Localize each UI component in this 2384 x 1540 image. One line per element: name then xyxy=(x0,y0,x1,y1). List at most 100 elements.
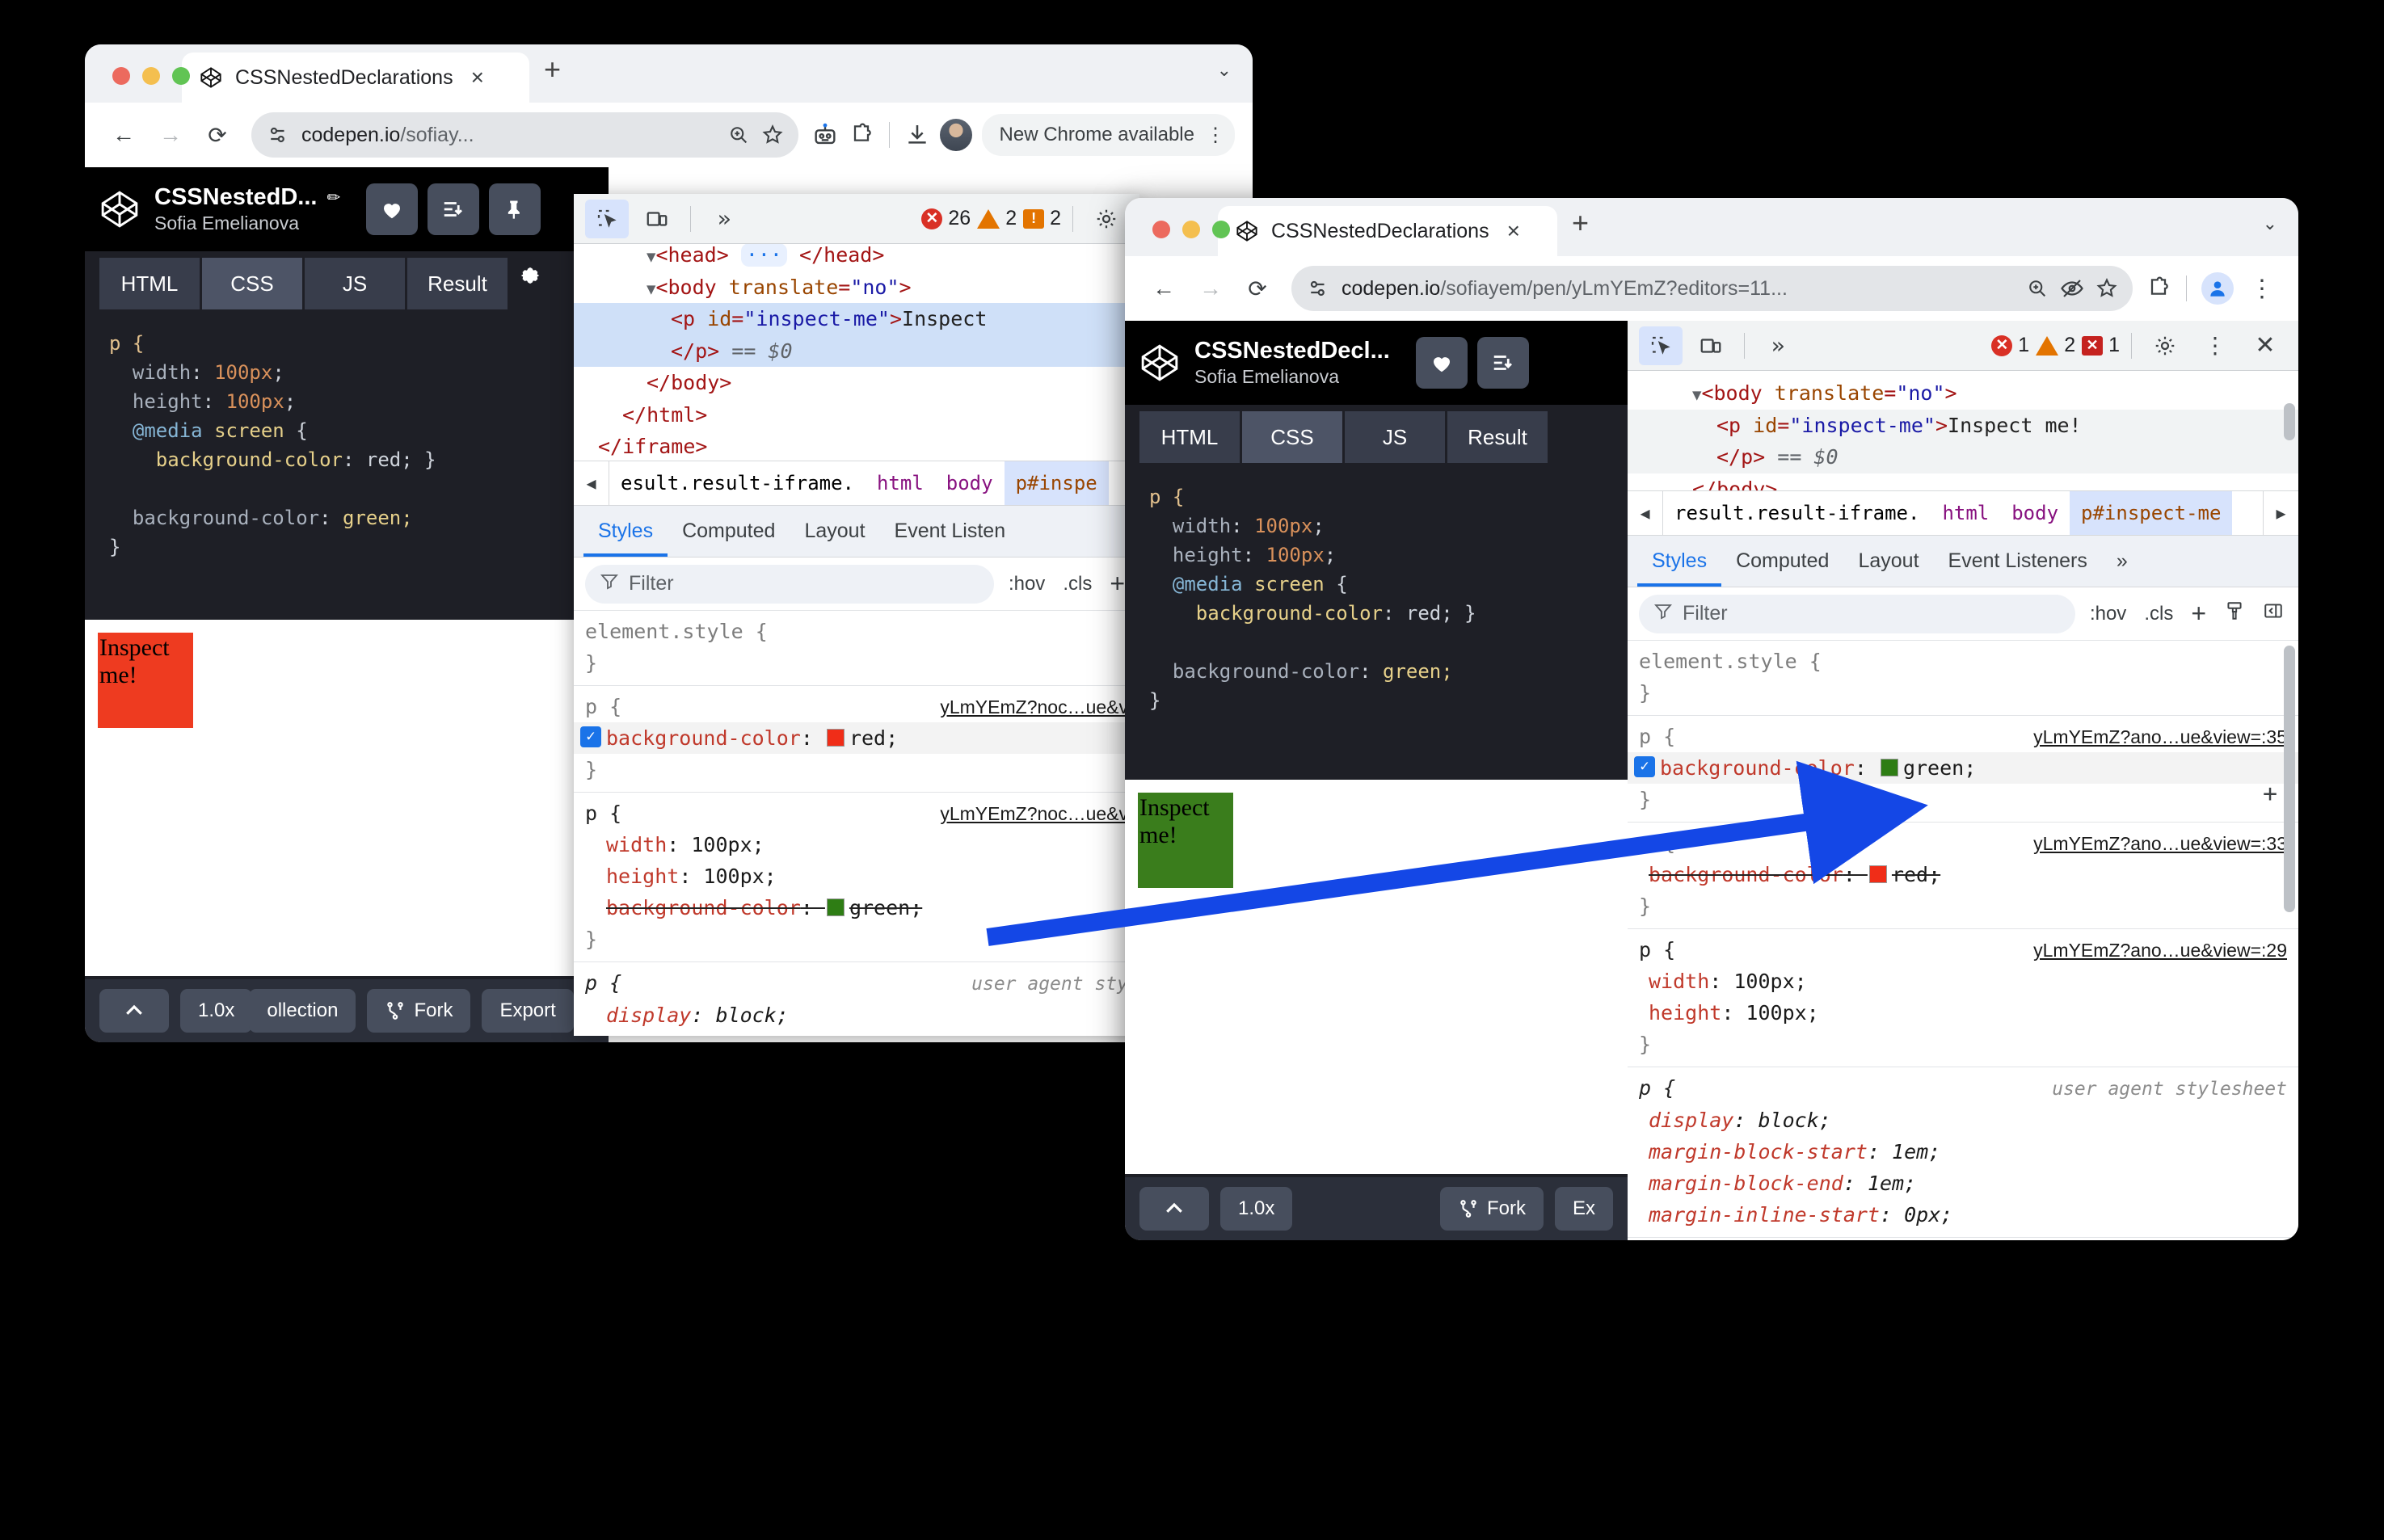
declaration-overridden[interactable]: background-color: green; xyxy=(574,892,1139,924)
dom-node-selected[interactable]: <p id="inspect-me">Inspect xyxy=(574,303,1139,335)
more-tabs-icon[interactable]: » xyxy=(702,200,746,238)
tab-event-listeners[interactable]: Event Listeners xyxy=(1934,536,2102,587)
warning-count[interactable]: 2 xyxy=(977,207,1017,230)
device-toolbar-icon[interactable] xyxy=(635,200,679,238)
site-info-icon[interactable] xyxy=(1306,276,1330,301)
incognito-eye-icon[interactable] xyxy=(2060,276,2084,301)
declaration-checkbox[interactable]: ✓ xyxy=(580,726,601,747)
export-button[interactable]: Export xyxy=(482,989,574,1033)
breadcrumb-html[interactable]: html xyxy=(866,461,935,505)
declaration-property[interactable]: height xyxy=(1649,1001,1721,1025)
gear-icon[interactable] xyxy=(1085,200,1128,238)
declaration-value[interactable]: 1em; xyxy=(1892,1140,1940,1163)
robot-icon[interactable] xyxy=(811,121,839,149)
gear-icon[interactable] xyxy=(2143,326,2187,365)
declaration-value[interactable]: green; xyxy=(1903,756,1976,780)
rule-selector[interactable]: p { xyxy=(1639,721,1675,752)
back-dom-tree[interactable]: ▼<head> ··· </head> ▼<body translate="no… xyxy=(574,244,1139,461)
avatar[interactable] xyxy=(939,119,972,151)
filter-input[interactable]: Filter xyxy=(1639,594,2075,633)
gear-icon[interactable] xyxy=(518,263,542,298)
declaration[interactable]: width: 100px; xyxy=(574,829,1139,860)
kebab-menu-icon[interactable]: ⋮ xyxy=(2243,275,2281,303)
tab-result[interactable]: Result xyxy=(407,258,508,309)
fork-button[interactable]: Fork xyxy=(1439,1187,1544,1231)
declaration-property[interactable]: width xyxy=(606,833,667,856)
bookmark-star-icon[interactable] xyxy=(2095,277,2118,300)
breadcrumb-iframe[interactable]: esult.result-iframe. xyxy=(609,461,866,505)
zoom-icon[interactable] xyxy=(2026,277,2049,300)
profile-icon[interactable] xyxy=(2201,272,2234,305)
pin-icon[interactable] xyxy=(489,183,541,235)
extensions-icon[interactable] xyxy=(2146,276,2171,301)
color-swatch[interactable] xyxy=(1868,865,1887,883)
tab-event-listeners[interactable]: Event Listen xyxy=(880,506,1021,557)
declaration-property[interactable]: background-color xyxy=(1660,756,1855,780)
dom-node-selected[interactable]: <p id="inspect-me">Inspect me! xyxy=(1628,409,2298,441)
breadcrumb-p-inspect-me[interactable]: p#inspe xyxy=(1004,461,1109,505)
reload-button[interactable]: ⟳ xyxy=(1236,267,1278,309)
declaration-value[interactable]: green; xyxy=(849,896,922,919)
breadcrumb-html[interactable]: html xyxy=(1931,491,2000,535)
color-swatch[interactable] xyxy=(826,729,845,747)
device-toolbar-icon[interactable] xyxy=(1689,326,1733,365)
inspect-icon[interactable] xyxy=(1639,326,1683,365)
declaration[interactable]: height: 100px; xyxy=(574,860,1139,892)
declaration-property[interactable]: background-color xyxy=(606,896,801,919)
rule-selector[interactable]: element.style { xyxy=(1639,646,1822,677)
close-icon[interactable]: × xyxy=(1502,220,1525,242)
declaration-value[interactable]: 0px; xyxy=(1904,1203,1952,1227)
declaration-value[interactable]: 100px; xyxy=(691,833,764,856)
new-tab-button[interactable]: + xyxy=(529,55,572,92)
fork-button[interactable]: Fork xyxy=(367,989,471,1033)
rule-source-link[interactable]: yLmYEmZ?ano…ue&view=:33 xyxy=(2033,830,2287,859)
dom-node[interactable]: ▼<body translate="no"> xyxy=(574,271,1139,304)
hov-button[interactable]: :hov xyxy=(1005,573,1048,595)
color-swatch[interactable] xyxy=(826,898,845,916)
forward-button[interactable]: → xyxy=(1190,267,1232,309)
declaration-value[interactable]: red; xyxy=(849,726,898,750)
declaration[interactable]: display: block; xyxy=(1628,1105,2298,1136)
rule-selector[interactable]: element.style { xyxy=(585,616,768,647)
rule-selector[interactable]: p { xyxy=(1639,934,1675,966)
rule-selector[interactable]: p { xyxy=(585,691,621,722)
filter-input[interactable]: Filter xyxy=(585,564,994,604)
breadcrumb-iframe[interactable]: result.result-iframe. xyxy=(1663,491,1931,535)
more-panels-icon[interactable]: » xyxy=(2102,536,2142,587)
rule-source-link[interactable]: yLmYEmZ?noc…ue&v xyxy=(940,693,1128,722)
chrome-update-pill[interactable]: New Chrome available ⋮ xyxy=(981,114,1235,156)
heart-icon[interactable] xyxy=(1415,337,1468,389)
close-window-button[interactable] xyxy=(1152,221,1170,238)
dom-node[interactable]: ▼<body translate="no"> xyxy=(1628,377,2298,410)
site-info-icon[interactable] xyxy=(266,123,290,147)
zoom-level-button[interactable]: 1.0x xyxy=(1220,1187,1293,1231)
bookmark-star-icon[interactable] xyxy=(761,124,784,146)
tab-computed[interactable]: Computed xyxy=(1721,536,1843,587)
dom-scrollbar[interactable] xyxy=(2284,403,2295,440)
collapse-button[interactable] xyxy=(1139,1187,1209,1231)
inspect-icon[interactable] xyxy=(585,199,629,238)
declaration-value[interactable]: block; xyxy=(1758,1109,1830,1132)
front-browser-tab[interactable]: CSSNestedDeclarations × xyxy=(1218,206,1557,256)
styles-scrollbar[interactable] xyxy=(2284,646,2295,912)
rule-selector[interactable]: p { xyxy=(585,797,621,829)
declaration-property[interactable]: background-color xyxy=(606,726,801,750)
declaration[interactable]: width: 100px; xyxy=(1628,966,2298,997)
rule-source-link[interactable]: yLmYEmZ?noc…ue&v xyxy=(940,800,1128,829)
declaration[interactable]: margin-block-end: 1em; xyxy=(1628,1168,2298,1199)
declaration-property[interactable]: margin-block-end xyxy=(1649,1172,1843,1195)
rule-source-link[interactable]: yLmYEmZ?ano…ue&view=:29 xyxy=(2033,936,2287,966)
declaration[interactable]: ✓ background-color: red; xyxy=(574,722,1139,754)
pencil-icon[interactable]: ✏ xyxy=(326,187,340,208)
kebab-menu-icon[interactable]: ⋮ xyxy=(1206,124,1225,147)
cls-button[interactable]: .cls xyxy=(1059,573,1095,595)
front-dom-tree[interactable]: ▼<body translate="no"> <p id="inspect-me… xyxy=(1628,371,2298,490)
declaration-value[interactable]: 100px; xyxy=(1733,970,1806,993)
collection-icon[interactable] xyxy=(1476,337,1529,389)
back-button[interactable]: ← xyxy=(1143,267,1185,309)
dom-node[interactable]: </body> xyxy=(1628,473,2298,491)
declaration-property[interactable]: display xyxy=(1649,1109,1733,1132)
back-button[interactable]: ← xyxy=(103,114,145,156)
export-button[interactable]: Ex xyxy=(1554,1187,1613,1231)
issue-count[interactable]: ! 2 xyxy=(1023,207,1061,230)
